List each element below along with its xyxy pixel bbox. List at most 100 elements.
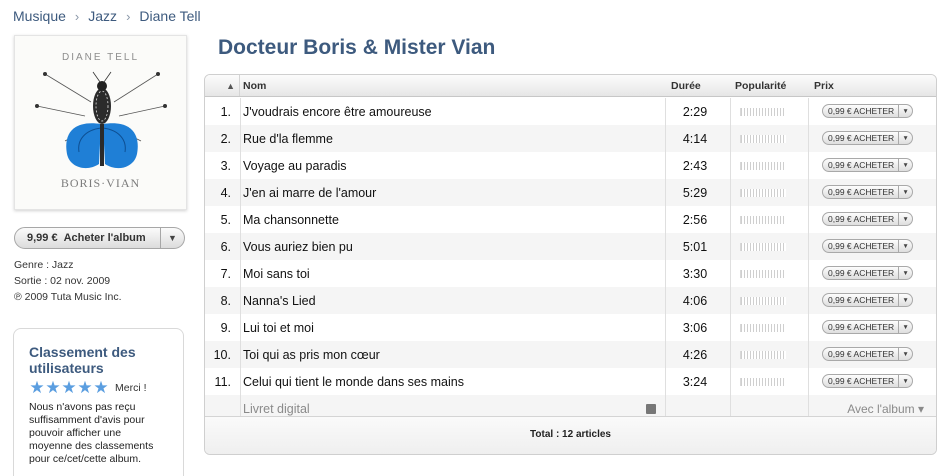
buy-track-dropdown-icon[interactable]: ▼ — [899, 158, 914, 172]
track-number: 10. — [213, 348, 231, 362]
buy-track-dropdown-icon[interactable]: ▼ — [899, 320, 914, 334]
user-ratings-box: Classement des utilisateurs ★ ★ ★ ★ ★ Me… — [13, 328, 184, 476]
star-icon[interactable]: ★ — [93, 379, 109, 396]
track-name[interactable]: Moi sans toi — [243, 267, 310, 281]
breadcrumb: Musique › Jazz › Diane Tell — [13, 7, 201, 25]
track-name[interactable]: Rue d'la flemme — [243, 132, 333, 146]
column-header-duration[interactable]: Durée — [671, 80, 701, 92]
popularity-bar — [740, 216, 786, 224]
track-name[interactable]: Ma chansonnette — [243, 213, 339, 227]
table-row[interactable]: 2. Rue d'la flemme 4:14 0,99 € ACHETER ▼ — [205, 125, 936, 152]
table-row[interactable]: 6. Vous auriez bien pu 5:01 0,99 € ACHETER ▼ — [205, 233, 936, 260]
table-row[interactable]: 5. Ma chansonnette 2:56 0,99 € ACHETER ▼ — [205, 206, 936, 233]
buy-track-button-group: 0,99 € ACHETER ▼ — [822, 347, 914, 361]
buy-track-button[interactable]: 0,99 € ACHETER — [822, 185, 900, 199]
table-row[interactable]: 1. J'voudrais encore être amoureuse 2:29 0,… — [205, 98, 936, 125]
buy-track-button[interactable]: 0,99 € ACHETER — [822, 131, 900, 145]
breadcrumb-item-artist[interactable]: Diane Tell — [139, 8, 200, 24]
column-divider — [808, 98, 809, 422]
column-header-price[interactable]: Prix — [814, 80, 834, 92]
track-duration: 5:29 — [682, 186, 708, 200]
buy-track-button[interactable]: 0,99 € ACHETER — [822, 266, 900, 280]
popularity-bar — [740, 243, 786, 251]
track-number: 2. — [220, 132, 231, 146]
copyright-text: ℗ 2009 Tuta Music Inc. — [14, 291, 122, 303]
table-row[interactable]: 4. J'en ai marre de l'amour 5:29 0,99 € ACH… — [205, 179, 936, 206]
buy-track-dropdown-icon[interactable]: ▼ — [899, 266, 914, 280]
table-row[interactable]: 3. Voyage au paradis 2:43 0,99 € ACHETER ▼ — [205, 152, 936, 179]
breadcrumb-item-jazz[interactable]: Jazz — [88, 8, 117, 24]
popularity-bar — [740, 189, 786, 197]
buy-track-button[interactable]: 0,99 € ACHETER — [822, 158, 900, 172]
star-icon[interactable]: ★ — [77, 379, 93, 396]
buy-track-dropdown-icon[interactable]: ▼ — [899, 347, 914, 361]
buy-track-button-group: 0,99 € ACHETER ▼ — [822, 239, 914, 253]
buy-track-button[interactable]: 0,99 € ACHETER — [822, 374, 900, 388]
buy-album-dropdown-icon[interactable]: ▼ — [161, 227, 185, 249]
buy-track-button[interactable]: 0,99 € ACHETER — [822, 104, 900, 118]
popularity-bar — [740, 270, 786, 278]
buy-track-button-group: 0,99 € ACHETER ▼ — [822, 158, 914, 172]
buy-track-button[interactable]: 0,99 € ACHETER — [822, 212, 900, 226]
track-name[interactable]: Toi qui as pris mon cœur — [243, 348, 380, 362]
album-artwork[interactable]: DIANE TELL BORIS·VIAN — [14, 35, 187, 210]
rating-stars[interactable]: ★ ★ ★ ★ ★ Merci ! — [29, 379, 173, 396]
buy-album-label: Acheter l'album — [63, 232, 146, 244]
rating-thanks-text: Merci ! — [115, 382, 147, 394]
album-price: 9,99 € — [27, 232, 58, 244]
track-name[interactable]: Vous auriez bien pu — [243, 240, 353, 254]
buy-track-button[interactable]: 0,99 € ACHETER — [822, 320, 900, 334]
buy-track-button[interactable]: 0,99 € ACHETER — [822, 347, 900, 361]
table-row[interactable]: 9. Lui toi et moi 3:06 0,99 € ACHETER ▼ — [205, 314, 936, 341]
table-row[interactable]: 8. Nanna's Lied 4:06 0,99 € ACHETER ▼ — [205, 287, 936, 314]
popularity-bar — [740, 351, 786, 359]
table-header: ▲ Nom Durée Popularité Prix — [205, 75, 936, 97]
track-name[interactable]: Voyage au paradis — [243, 159, 347, 173]
buy-track-dropdown-icon[interactable]: ▼ — [899, 374, 914, 388]
breadcrumb-item-musique[interactable]: Musique — [13, 8, 66, 24]
star-icon[interactable]: ★ — [29, 379, 45, 396]
column-divider — [730, 98, 731, 422]
track-number: 4. — [220, 186, 231, 200]
table-row[interactable]: 7. Moi sans toi 3:30 0,99 € ACHETER ▼ — [205, 260, 936, 287]
track-duration: 4:26 — [682, 348, 708, 362]
track-duration: 4:06 — [682, 294, 708, 308]
buy-track-dropdown-icon[interactable]: ▼ — [899, 239, 914, 253]
popularity-bar — [740, 135, 786, 143]
buy-track-button-group: 0,99 € ACHETER ▼ — [822, 266, 914, 280]
buy-track-dropdown-icon[interactable]: ▼ — [899, 293, 914, 307]
buy-track-button[interactable]: 0,99 € ACHETER — [822, 239, 900, 253]
track-name[interactable]: Celui qui tient le monde dans ses mains — [243, 375, 464, 389]
table-row[interactable]: 10. Toi qui as pris mon cœur 4:26 0,99 € AC… — [205, 341, 936, 368]
buy-album-button[interactable]: 9,99 € Acheter l'album — [14, 227, 161, 249]
buy-track-dropdown-icon[interactable]: ▼ — [899, 131, 914, 145]
column-divider — [665, 98, 666, 422]
ratings-note: Nous n'avons pas reçu suffisamment d'avi… — [29, 401, 154, 465]
column-header-name[interactable]: Nom — [243, 80, 266, 92]
track-name[interactable]: Nanna's Lied — [243, 294, 316, 308]
track-name[interactable]: J'en ai marre de l'amour — [243, 186, 376, 200]
track-name[interactable]: Lui toi et moi — [243, 321, 314, 335]
column-header-popularity[interactable]: Popularité — [735, 80, 786, 92]
buy-track-button[interactable]: 0,99 € ACHETER — [822, 293, 900, 307]
track-number: 7. — [220, 267, 231, 281]
track-list-table: ▲ Nom Durée Popularité Prix 1. J'voudrais… — [204, 74, 937, 455]
star-icon[interactable]: ★ — [45, 379, 61, 396]
buy-album-button-group: 9,99 € Acheter l'album ▼ — [14, 227, 185, 249]
track-duration: 2:56 — [682, 213, 708, 227]
buy-track-dropdown-icon[interactable]: ▼ — [899, 104, 914, 118]
booklet-name[interactable]: Livret digital — [243, 402, 310, 416]
track-duration: 3:30 — [682, 267, 708, 281]
buy-track-dropdown-icon[interactable]: ▼ — [899, 212, 914, 226]
sort-ascending-icon[interactable]: ▲ — [205, 75, 240, 96]
buy-track-button-group: 0,99 € ACHETER ▼ — [822, 131, 914, 145]
table-row[interactable]: 11. Celui qui tient le monde dans ses mai… — [205, 368, 936, 395]
track-name[interactable]: J'voudrais encore être amoureuse — [243, 105, 432, 119]
buy-track-dropdown-icon[interactable]: ▼ — [899, 185, 914, 199]
artwork-title-text: BORIS·VIAN — [60, 176, 141, 190]
booklet-icon — [646, 404, 656, 414]
star-icon[interactable]: ★ — [61, 379, 77, 396]
popularity-bar — [740, 162, 786, 170]
track-duration: 3:24 — [682, 375, 708, 389]
with-album-dropdown[interactable]: Avec l'album ▾ — [847, 402, 924, 416]
